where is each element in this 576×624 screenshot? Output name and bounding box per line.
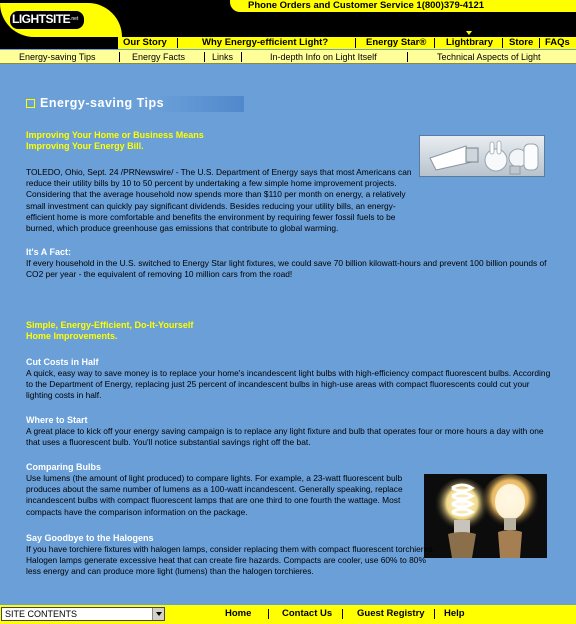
subnav-technical-aspects[interactable]: Technical Aspects of Light bbox=[437, 51, 541, 63]
subnav-energy-facts[interactable]: Energy Facts bbox=[132, 51, 185, 63]
tip-title: Where to Start bbox=[26, 415, 88, 425]
nav-divider bbox=[502, 38, 503, 48]
footer-divider bbox=[342, 609, 343, 619]
phone-text: Phone Orders and Customer Service 1(800)… bbox=[248, 0, 485, 11]
subnav-energy-saving-tips[interactable]: Energy-saving Tips bbox=[19, 51, 96, 63]
section-title-line: Home Improvements. bbox=[26, 331, 118, 341]
fact-body: If every household in the U.S. switched … bbox=[26, 258, 547, 280]
nav-energy-star[interactable]: Energy Star® bbox=[366, 37, 426, 49]
article-title: Improving Your Home or Business Means Im… bbox=[26, 130, 286, 152]
sub-nav: Energy-saving Tips Energy Facts Links In… bbox=[0, 50, 576, 64]
section-title-line: Simple, Energy-Efficient, Do-It-Yourself bbox=[26, 320, 194, 330]
heading-bullet-icon bbox=[26, 99, 35, 108]
main-nav: Our Story Why Energy-efficient Light? En… bbox=[118, 37, 576, 49]
fluorescent-bulbs-image bbox=[419, 135, 545, 177]
nav-store[interactable]: Store bbox=[509, 37, 533, 49]
footer-divider bbox=[434, 609, 435, 619]
tip-body: A quick, easy way to save money is to re… bbox=[26, 368, 551, 401]
select-value: SITE CONTENTS bbox=[5, 609, 78, 619]
tip-title: Say Goodbye to the Halogens bbox=[26, 533, 154, 543]
footer-guest-registry-link[interactable]: Guest Registry bbox=[357, 608, 425, 620]
logo-suffix: .net bbox=[70, 16, 79, 22]
tip-title: Cut Costs in Half bbox=[26, 357, 99, 367]
nav-divider bbox=[539, 38, 540, 48]
subnav-divider bbox=[119, 52, 120, 62]
logo-text: LIGHTSITE bbox=[12, 12, 71, 26]
site-contents-select[interactable]: SITE CONTENTS bbox=[1, 607, 165, 621]
tip-body: If you have torchiere fixtures with halo… bbox=[26, 544, 435, 577]
subnav-divider bbox=[407, 52, 408, 62]
footer-divider bbox=[268, 609, 269, 619]
section-title: Simple, Energy-Efficient, Do-It-Yourself… bbox=[26, 320, 286, 342]
article-title-line: Improving Your Home or Business Means bbox=[26, 130, 204, 140]
subnav-links[interactable]: Links bbox=[212, 51, 233, 63]
nav-divider bbox=[355, 38, 356, 48]
chevron-down-icon[interactable] bbox=[152, 608, 164, 620]
footer-contact-link[interactable]: Contact Us bbox=[282, 608, 332, 620]
footer-home-link[interactable]: Home bbox=[225, 608, 251, 620]
footer-help-link[interactable]: Help bbox=[444, 608, 465, 620]
main-nav-spacer bbox=[0, 37, 118, 49]
nav-faqs[interactable]: FAQs bbox=[545, 37, 570, 49]
nav-our-story[interactable]: Our Story bbox=[123, 37, 167, 49]
subnav-divider bbox=[204, 52, 205, 62]
fact-title: It's A Fact: bbox=[26, 247, 71, 257]
nav-why-energy-efficient[interactable]: Why Energy-efficient Light? bbox=[202, 37, 328, 49]
tip-body: Use lumens (the amount of light produced… bbox=[26, 473, 403, 517]
article-body-intro: TOLEDO, Ohio, Sept. 24 /PRNewswire/ - Th… bbox=[26, 167, 414, 234]
article-title-line: Improving Your Energy Bill. bbox=[26, 141, 144, 151]
tip-body: A great place to kick off your energy sa… bbox=[26, 426, 544, 448]
article-body-text: TOLEDO, Ohio, Sept. 24 /PRNewswire/ - Th… bbox=[26, 167, 412, 234]
nav-divider bbox=[177, 38, 178, 48]
nav-divider bbox=[434, 38, 435, 48]
nav-lightbrary[interactable]: Lightbrary bbox=[446, 37, 493, 49]
page-title: Energy-saving Tips bbox=[40, 96, 165, 110]
bulb-comparison-image bbox=[424, 474, 547, 558]
subnav-in-depth-info[interactable]: In-depth Info on Light Itself bbox=[270, 51, 377, 63]
nav-active-indicator-icon bbox=[466, 31, 472, 35]
subnav-divider bbox=[241, 52, 242, 62]
phone-banner: Phone Orders and Customer Service 1(800)… bbox=[230, 0, 576, 12]
tip-title: Comparing Bulbs bbox=[26, 462, 102, 472]
